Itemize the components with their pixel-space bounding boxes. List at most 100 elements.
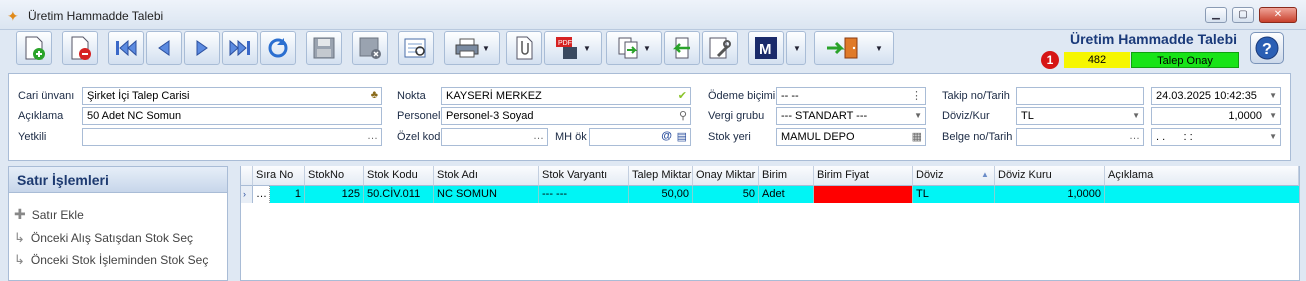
chevron-down-icon[interactable]: ▼: [1132, 111, 1140, 120]
select-from-previous-sales-action[interactable]: ↳ Önceki Alış Satışdan Stok Seç: [14, 230, 193, 246]
stok-yeri-field[interactable]: MAMUL DEPO ▦: [776, 128, 926, 146]
cell-onay-miktar[interactable]: 50: [693, 186, 759, 203]
ozel-kod-field[interactable]: …: [441, 128, 548, 146]
col-header-sira-no[interactable]: Sıra No: [253, 166, 305, 186]
delete-document-button[interactable]: [62, 31, 98, 65]
chevron-down-icon[interactable]: ▼: [1269, 111, 1277, 120]
add-row-action[interactable]: ✚ Satır Ekle: [14, 206, 84, 223]
status-badge: Talep Onay: [1131, 52, 1239, 68]
cell-talep-miktar[interactable]: 50,00: [629, 186, 693, 203]
print-button[interactable]: ▼: [444, 31, 500, 65]
takip-no-field[interactable]: [1016, 87, 1144, 105]
chevron-down-icon[interactable]: ▼: [1269, 132, 1277, 141]
help-icon: ?: [1255, 36, 1279, 60]
people-icon[interactable]: ♣: [371, 89, 378, 101]
mh-ok-field[interactable]: @ ▤: [589, 128, 691, 146]
add-row-label: Satır Ekle: [31, 207, 84, 222]
aciklama-field[interactable]: 50 Adet NC Somun: [82, 107, 382, 125]
takip-tarih-field[interactable]: 24.03.2025 10:42:35 ▼: [1151, 87, 1281, 105]
attachment-button[interactable]: [506, 31, 542, 65]
m-module-button[interactable]: M: [748, 31, 784, 65]
col-header-birim[interactable]: Birim: [759, 166, 814, 186]
col-header-stokno[interactable]: StokNo: [305, 166, 364, 186]
import-icon: [672, 37, 690, 59]
previous-record-button[interactable]: [146, 31, 182, 65]
m-module-dropdown[interactable]: ▼: [786, 31, 806, 65]
transfer-button[interactable]: ▼: [606, 31, 662, 65]
maximize-button[interactable]: ▢: [1232, 7, 1254, 23]
col-header-stok-kodu[interactable]: Stok Kodu: [364, 166, 434, 186]
yetkili-label: Yetkili: [18, 131, 47, 143]
col-header-birim-fiyat[interactable]: Birim Fiyat: [814, 166, 913, 186]
belge-no-field[interactable]: …: [1016, 128, 1144, 146]
cari-unvani-field[interactable]: Şirket İçi Talep Carisi ♣: [82, 87, 382, 105]
cell-stok-kodu[interactable]: 50.CİV.011: [364, 186, 434, 203]
close-button[interactable]: ✕: [1259, 7, 1297, 23]
cell-stok-adi[interactable]: NC SOMUN: [434, 186, 539, 203]
attachment-icon: [516, 36, 533, 60]
vergi-grubu-select[interactable]: --- STANDART --- ▼: [776, 107, 926, 125]
page-title: Üretim Hammadde Talebi: [1070, 31, 1238, 47]
last-record-icon: [229, 39, 250, 57]
doviz-select[interactable]: TL ▼: [1016, 107, 1144, 125]
cell-doviz[interactable]: TL: [913, 186, 995, 203]
mh-ok-label: MH ök: [555, 131, 587, 143]
ellipsis-icon[interactable]: …: [367, 130, 378, 142]
refresh-button[interactable]: [260, 31, 296, 65]
at-icon[interactable]: @: [661, 130, 672, 142]
svg-text:?: ?: [1262, 41, 1272, 58]
settings-button[interactable]: [702, 31, 738, 65]
save-close-button[interactable]: [352, 31, 388, 65]
kur-field[interactable]: 1,0000 ▼: [1151, 107, 1281, 125]
cell-birim-fiyat[interactable]: [814, 186, 913, 203]
new-document-button[interactable]: [16, 31, 52, 65]
yetkili-field[interactable]: …: [82, 128, 382, 146]
chevron-down-icon: ▼: [482, 43, 490, 53]
personel-field[interactable]: Personel-3 Soyad ⚲: [441, 107, 691, 125]
belge-tarih-value: . . : :: [1156, 131, 1193, 143]
col-header-onay-miktar[interactable]: Onay Miktar: [693, 166, 759, 186]
aciklama-label: Açıklama: [18, 110, 64, 122]
col-header-talep-miktar[interactable]: Talep Miktar: [629, 166, 693, 186]
cell-aciklama[interactable]: [1105, 186, 1299, 203]
last-record-button[interactable]: [222, 31, 258, 65]
chevron-down-icon[interactable]: ▼: [914, 111, 922, 120]
tree-icon[interactable]: ⋮: [911, 89, 922, 102]
cell-doviz-kuru[interactable]: 1,0000: [995, 186, 1105, 203]
cell-stokno[interactable]: 125: [305, 186, 364, 203]
row-indicator-icon[interactable]: ›: [241, 186, 253, 203]
print-preview-button[interactable]: [398, 31, 434, 65]
col-header-stok-adi[interactable]: Stok Adı: [434, 166, 539, 186]
select-from-previous-stock-action[interactable]: ↳ Önceki Stok İşleminden Stok Seç: [14, 252, 208, 268]
row-ellipsis-icon[interactable]: …: [253, 186, 270, 203]
save-disabled-icon: [313, 37, 335, 59]
export-pdf-button[interactable]: PDF ▼: [544, 31, 602, 65]
belge-tarih-field[interactable]: . . : : ▼: [1151, 128, 1281, 146]
ellipsis-icon[interactable]: …: [533, 130, 544, 142]
cell-sira-no[interactable]: 1: [270, 186, 305, 203]
grid-icon[interactable]: ▦: [912, 130, 922, 143]
col-header-aciklama[interactable]: Açıklama: [1105, 166, 1299, 186]
cell-birim[interactable]: Adet: [759, 186, 814, 203]
exit-button[interactable]: ▼: [814, 31, 894, 65]
import-button[interactable]: [664, 31, 700, 65]
delete-document-icon: [71, 36, 91, 60]
chevron-down-icon[interactable]: ▼: [1269, 91, 1277, 100]
first-record-button[interactable]: [108, 31, 144, 65]
doviz-label: Döviz/Kur: [942, 110, 990, 122]
nokta-field[interactable]: KAYSERİ MERKEZ ✔: [441, 87, 691, 105]
col-header-stok-varyanti[interactable]: Stok Varyantı: [539, 166, 629, 186]
col-header-doviz-kuru[interactable]: Döviz Kuru: [995, 166, 1105, 186]
return-arrow-icon: ↳: [14, 252, 25, 267]
card-icon[interactable]: ▤: [677, 130, 687, 143]
kur-value: 1,0000: [1228, 110, 1262, 122]
minimize-button[interactable]: ▁: [1205, 7, 1227, 23]
ellipsis-icon[interactable]: …: [1129, 130, 1140, 142]
cell-stok-varyanti[interactable]: --- ---: [539, 186, 629, 203]
save-button[interactable]: [306, 31, 342, 65]
odeme-bicimi-field[interactable]: -- -- ⋮: [776, 87, 926, 105]
person-search-icon[interactable]: ⚲: [679, 109, 687, 122]
help-button[interactable]: ?: [1250, 32, 1284, 64]
check-icon[interactable]: ✔: [678, 89, 687, 102]
next-record-button[interactable]: [184, 31, 220, 65]
